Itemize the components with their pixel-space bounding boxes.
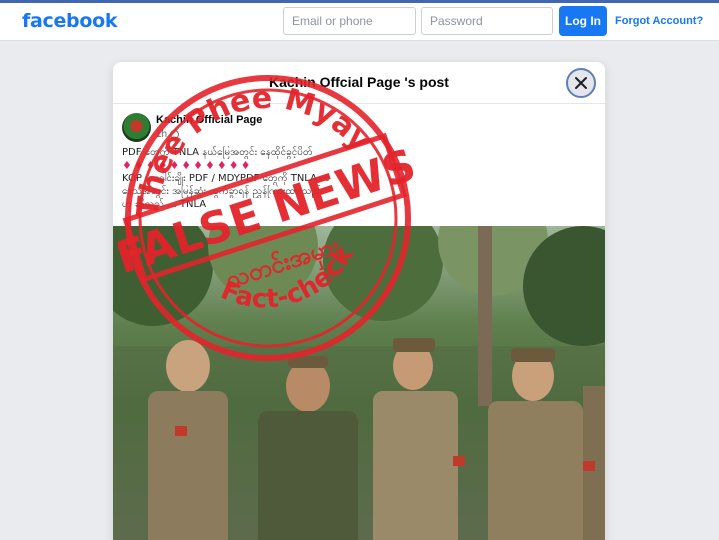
email-input[interactable] [283,7,416,35]
login-button[interactable]: Log In [559,6,607,36]
close-button[interactable] [566,68,596,98]
fact-check-stamp: Thee Phee Myay Fact-check FALSE NEWS သတင… [118,68,418,361]
close-icon [575,77,587,89]
top-navigation-bar: facebook Log In Forgot Account? [0,0,719,41]
password-input[interactable] [421,7,553,35]
facebook-logo[interactable]: facebook [22,10,117,32]
forgot-account-link[interactable]: Forgot Account? [615,15,703,27]
